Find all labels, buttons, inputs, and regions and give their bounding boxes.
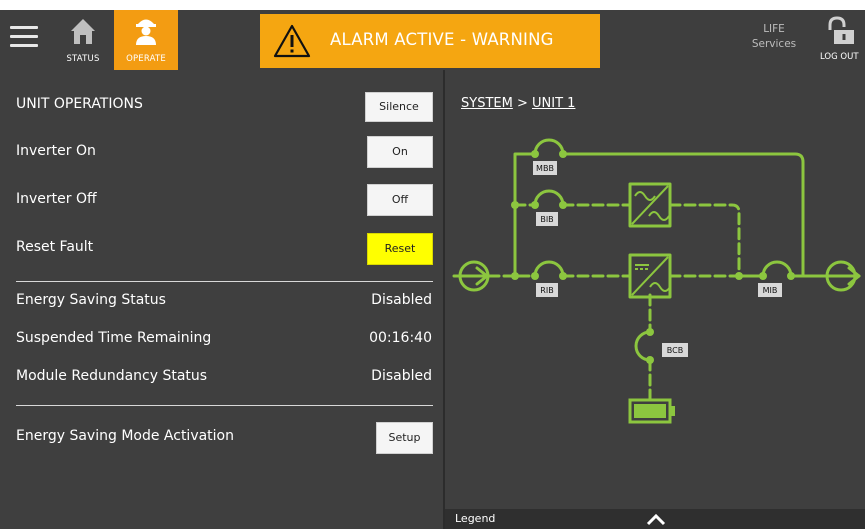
home-icon (71, 19, 95, 44)
unit-operations-panel: UNIT OPERATIONS Silence Inverter On On I… (0, 70, 443, 529)
logout-button[interactable]: LOG OUT (816, 10, 865, 70)
mib-breaker-icon (761, 260, 793, 278)
inverter-on-label: Inverter On (16, 143, 96, 159)
nav-operate-label: OPERATE (126, 54, 166, 64)
reset-fault-label: Reset Fault (16, 239, 94, 255)
inverter-off-button[interactable]: Off (367, 184, 433, 216)
section-divider (16, 281, 433, 282)
life-label: LIFE (763, 23, 785, 35)
life-services-button[interactable]: LIFE Services (744, 22, 804, 52)
warning-triangle-icon (273, 24, 311, 58)
setup-button[interactable]: Setup (376, 422, 433, 454)
nav-operate-button[interactable]: OPERATE (114, 10, 178, 78)
services-label: Services (751, 38, 797, 50)
operator-icon (136, 19, 156, 45)
silence-button[interactable]: Silence (365, 92, 433, 122)
energy-saving-status-label: Energy Saving Status (16, 292, 166, 308)
alarm-text: ALARM ACTIVE - WARNING (330, 30, 554, 49)
module-redundancy-label: Module Redundancy Status (16, 368, 208, 384)
lock-icon (828, 16, 854, 44)
system-diagram-panel: SYSTEM > UNIT 1 MBB BIB RIB MIB BCB Lege… (445, 70, 865, 529)
reset-fault-button[interactable]: Reset (367, 233, 433, 265)
inverter-on-button[interactable]: On (367, 136, 433, 168)
nav-status-label: STATUS (66, 54, 100, 64)
mbb-breaker-icon (533, 138, 565, 156)
alarm-banner[interactable]: ALARM ACTIVE - WARNING (260, 14, 600, 68)
one-line-diagram: MBB BIB RIB MIB BCB (452, 138, 861, 424)
top-bar: STATUS OPERATE ALARM ACTIVE - WARNING LI… (0, 10, 865, 78)
inverter-off-label: Inverter Off (16, 191, 97, 207)
input-arrow-icon (452, 260, 490, 292)
bcb-tag: BCB (667, 346, 683, 355)
hamburger-menu-icon[interactable] (10, 26, 38, 50)
nav-status-button[interactable]: STATUS (52, 10, 114, 70)
suspended-time-value: 00:16:40 (369, 330, 432, 346)
rib-tag: RIB (540, 286, 553, 295)
battery-icon (628, 398, 675, 424)
bcb-breaker-icon (634, 330, 652, 362)
mbb-tag: MBB (536, 164, 554, 173)
mib-tag: MIB (763, 286, 778, 295)
suspended-time-label: Suspended Time Remaining (16, 330, 212, 346)
output-arrow-icon (819, 260, 861, 292)
logout-label: LOG OUT (820, 52, 859, 62)
bib-tag: BIB (540, 215, 553, 224)
section-divider (16, 405, 433, 406)
chevron-up-icon (646, 513, 666, 526)
unit-operations-title: UNIT OPERATIONS (16, 96, 143, 112)
rib-breaker-icon (533, 260, 565, 278)
legend-label: Legend (455, 512, 496, 525)
legend-bar[interactable]: Legend (445, 509, 865, 529)
energy-saving-status-value: Disabled (371, 292, 432, 308)
energy-saving-mode-label: Energy Saving Mode Activation (16, 428, 234, 444)
module-redundancy-value: Disabled (371, 368, 432, 384)
bib-breaker-icon (533, 189, 565, 207)
